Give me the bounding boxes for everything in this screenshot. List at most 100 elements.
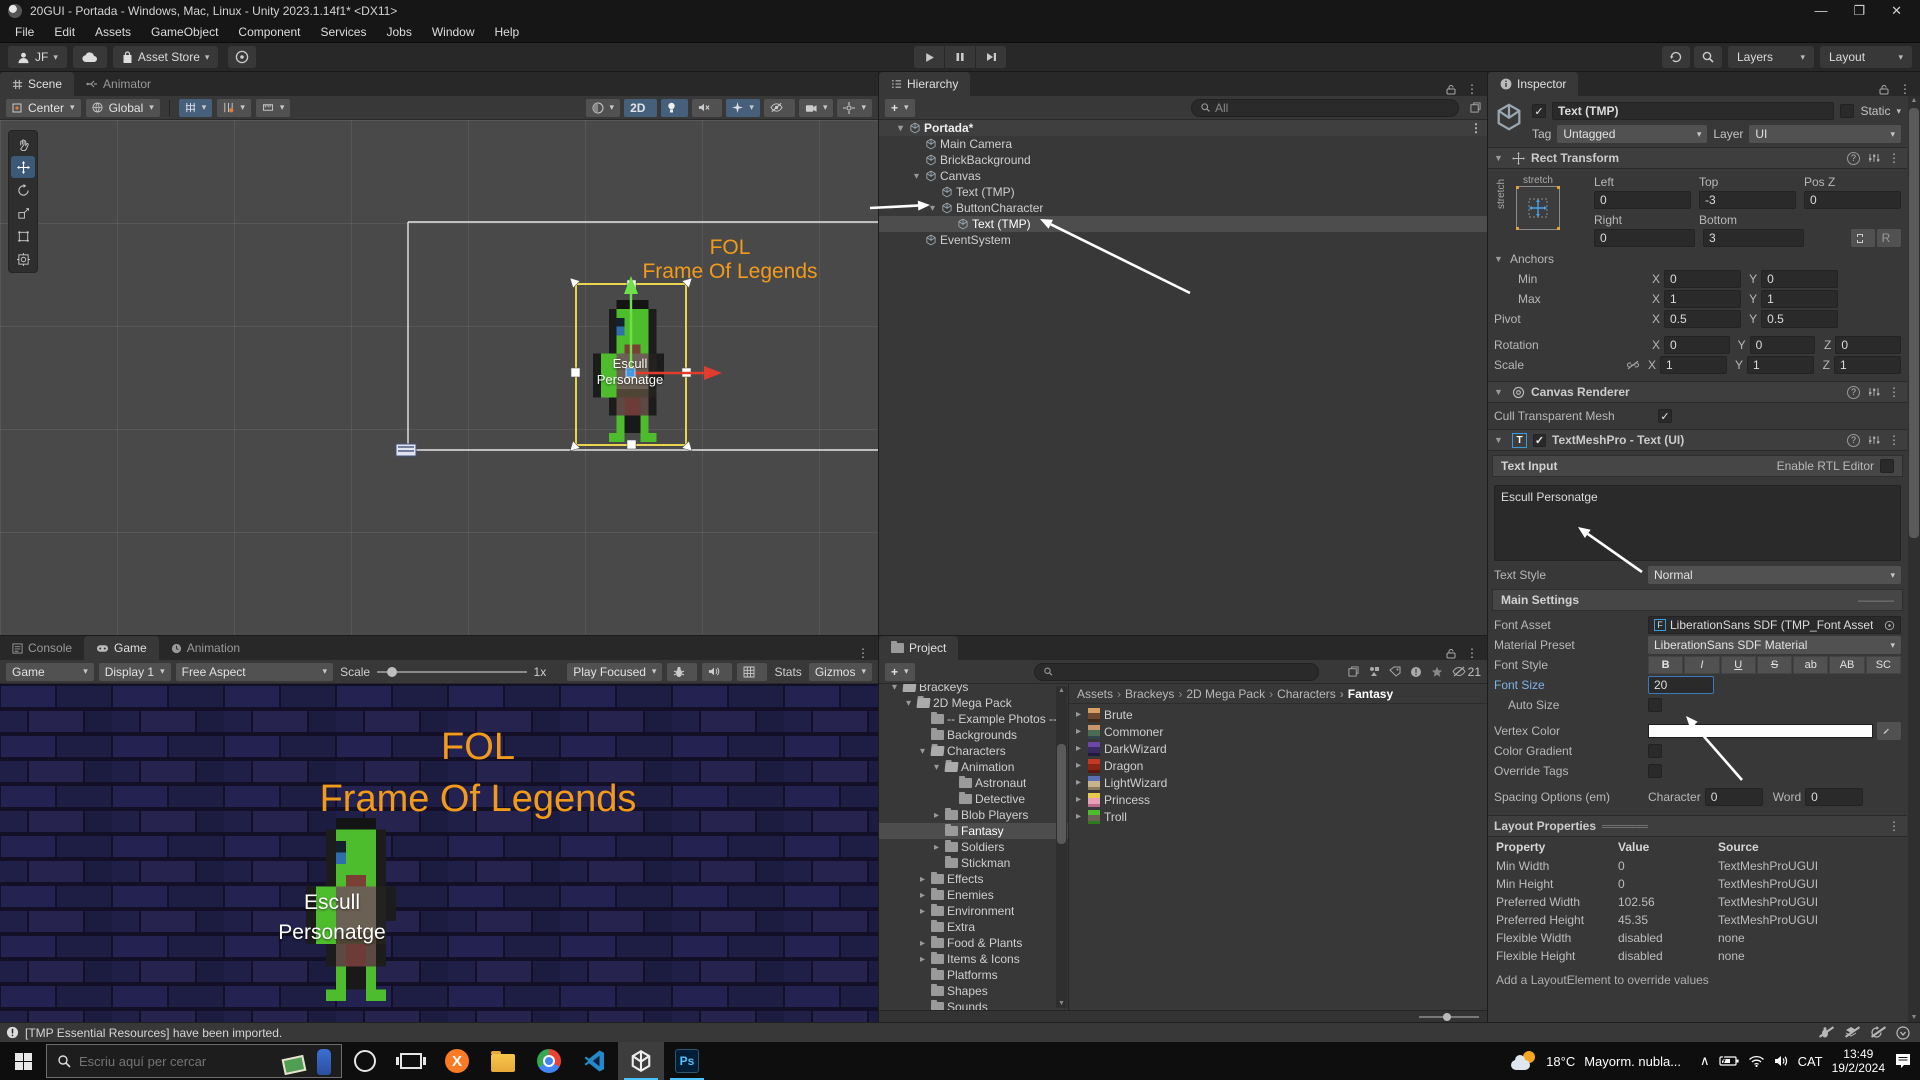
- taskbar-app-photoshop[interactable]: Ps: [664, 1042, 710, 1080]
- tree-row[interactable]: ▸Items & Icons: [879, 951, 1068, 967]
- tmp-enabled-checkbox[interactable]: ✓: [1533, 434, 1546, 447]
- override-tags-checkbox[interactable]: [1648, 764, 1662, 778]
- tree-row[interactable]: -- Example Photos --: [879, 711, 1068, 727]
- favorite-star-icon[interactable]: [1431, 666, 1443, 678]
- rect-tool[interactable]: [11, 225, 35, 247]
- taskbar-app-unity[interactable]: [618, 1042, 664, 1080]
- crumb-assets[interactable]: Assets: [1077, 687, 1113, 701]
- crumb-brackeys[interactable]: Brackeys: [1117, 687, 1174, 701]
- right-field[interactable]: 0: [1594, 229, 1695, 247]
- style-underline-button[interactable]: U: [1721, 656, 1756, 674]
- cull-transparent-checkbox[interactable]: ✓: [1658, 409, 1672, 423]
- lock-icon[interactable]: [1879, 84, 1889, 95]
- rotate-tool[interactable]: [11, 179, 35, 201]
- frame-debugger-button[interactable]: [667, 663, 697, 681]
- help-icon[interactable]: ?: [1847, 386, 1860, 399]
- tree-row[interactable]: Astronaut: [879, 775, 1068, 791]
- canvas-renderer-header[interactable]: ▼ Canvas Renderer ? ⋮: [1488, 381, 1907, 403]
- project-search[interactable]: [1034, 663, 1319, 681]
- status-message[interactable]: [TMP Essential Resources] have been impo…: [25, 1026, 282, 1040]
- static-dropdown-icon[interactable]: ▾: [1896, 106, 1901, 117]
- tab-project[interactable]: Project: [879, 636, 958, 660]
- layers-dropdown[interactable]: Layers▾: [1728, 46, 1814, 68]
- audio-toggle[interactable]: [692, 99, 722, 117]
- project-search-input[interactable]: [1057, 665, 1310, 679]
- taskbar-app-chrome[interactable]: [526, 1042, 572, 1080]
- asset-row-dragon[interactable]: ▸Dragon: [1069, 757, 1487, 774]
- taskbar-app-task-view[interactable]: [388, 1042, 434, 1080]
- menu-edit[interactable]: Edit: [45, 24, 84, 40]
- layout-dropdown[interactable]: Layout▾: [1820, 46, 1912, 68]
- tray-temperature[interactable]: 18°C: [1546, 1054, 1575, 1069]
- row-menu-icon[interactable]: ⋮: [1470, 121, 1483, 135]
- max-y-field[interactable]: 1: [1761, 290, 1838, 308]
- alert-icon[interactable]: [1410, 666, 1422, 678]
- presets-icon[interactable]: [1868, 152, 1880, 164]
- rotation-x-field[interactable]: 0: [1664, 336, 1730, 354]
- close-button[interactable]: ✕: [1891, 3, 1902, 19]
- crumb-characters[interactable]: Characters: [1269, 687, 1336, 701]
- tag-dropdown[interactable]: Untagged: [1557, 125, 1707, 143]
- menu-window[interactable]: Window: [423, 24, 484, 40]
- word-spacing-field[interactable]: 0: [1805, 788, 1863, 806]
- panel-menu-icon[interactable]: ⋮: [1466, 82, 1479, 96]
- hierarchy-row-eventsystem[interactable]: EventSystem: [879, 232, 1487, 248]
- start-button[interactable]: [0, 1042, 46, 1080]
- object-name-field[interactable]: Text (TMP): [1552, 102, 1834, 120]
- tree-row[interactable]: ▸Environment: [879, 903, 1068, 919]
- transform-tool[interactable]: [11, 248, 35, 270]
- tree-scrollbar[interactable]: ▲ ▼: [1056, 686, 1067, 1008]
- panel-menu-icon[interactable]: ⋮: [1899, 82, 1912, 96]
- menu-jobs[interactable]: Jobs: [377, 24, 420, 40]
- taskbar-app-xampp[interactable]: X: [434, 1042, 480, 1080]
- mute-audio-button[interactable]: [702, 663, 732, 681]
- character-spacing-field[interactable]: 0: [1705, 788, 1763, 806]
- view-hand-tool[interactable]: [11, 133, 35, 155]
- tab-scene[interactable]: Scene: [0, 72, 74, 96]
- taskbar-app-cortana[interactable]: [342, 1042, 388, 1080]
- foldout-icon[interactable]: ▾: [927, 203, 938, 214]
- step-button[interactable]: [976, 46, 1006, 68]
- link-broken-icon[interactable]: [1626, 360, 1640, 370]
- camera-preview-dropdown[interactable]: [799, 99, 834, 117]
- volume-icon[interactable]: [1774, 1055, 1789, 1067]
- menu-help[interactable]: Help: [486, 24, 529, 40]
- asset-row-troll[interactable]: ▸Troll: [1069, 808, 1487, 825]
- weather-icon[interactable]: [1511, 1051, 1537, 1071]
- tab-hierarchy[interactable]: Hierarchy: [879, 72, 970, 96]
- tmp-header[interactable]: ▼ T ✓ TextMeshPro - Text (UI) ? ⋮: [1488, 429, 1907, 451]
- rotation-y-field[interactable]: 0: [1750, 336, 1816, 354]
- hierarchy-row-buttoncharacter[interactable]: ▾ ButtonCharacter: [879, 200, 1487, 216]
- asset-row-darkwizard[interactable]: ▸DarkWizard: [1069, 740, 1487, 757]
- rtl-checkbox[interactable]: [1880, 459, 1894, 473]
- presets-icon[interactable]: [1868, 434, 1880, 446]
- search-button[interactable]: [1694, 46, 1722, 68]
- asset-store-dropdown[interactable]: Asset Store▾: [113, 46, 219, 68]
- pause-button[interactable]: [945, 46, 975, 68]
- increment-snap-toggle[interactable]: [217, 99, 251, 117]
- asset-row-commoner[interactable]: ▸Commoner: [1069, 723, 1487, 740]
- tool-pivot-dropdown[interactable]: Center: [6, 99, 81, 117]
- component-menu-icon[interactable]: ⋮: [1888, 385, 1901, 399]
- stats-button[interactable]: Stats: [774, 665, 801, 679]
- anchor-preset-widget[interactable]: [1516, 186, 1560, 230]
- inspector-scrollbar[interactable]: ▲ ▼: [1908, 96, 1920, 1022]
- battery-icon[interactable]: [1719, 1055, 1739, 1067]
- foldout-icon[interactable]: ▾: [895, 123, 906, 134]
- text-style-dropdown[interactable]: Normal: [1648, 566, 1901, 584]
- anchors-foldout[interactable]: ▼Anchors: [1488, 249, 1907, 269]
- lighting-toggle[interactable]: [661, 99, 688, 117]
- vertex-color-swatch[interactable]: [1648, 724, 1873, 738]
- asset-row-princess[interactable]: ▸Princess: [1069, 791, 1487, 808]
- tree-row[interactable]: Stickman: [879, 855, 1068, 871]
- scene-visibility-toggle[interactable]: [764, 99, 795, 117]
- style-strikethrough-button[interactable]: S: [1757, 656, 1792, 674]
- game-gizmos-dropdown[interactable]: Gizmos: [809, 663, 872, 681]
- text-input-area[interactable]: Escull Personatge: [1494, 485, 1901, 561]
- tab-game[interactable]: Game: [84, 636, 159, 660]
- account-dropdown[interactable]: JF▾: [8, 46, 67, 68]
- rect-transform-header[interactable]: ▼ Rect Transform ? ⋮: [1488, 147, 1907, 169]
- menu-file[interactable]: File: [6, 24, 43, 40]
- foldout-icon[interactable]: ▾: [911, 171, 922, 182]
- hierarchy-row-text-tmp-child[interactable]: Text (TMP): [879, 216, 1487, 232]
